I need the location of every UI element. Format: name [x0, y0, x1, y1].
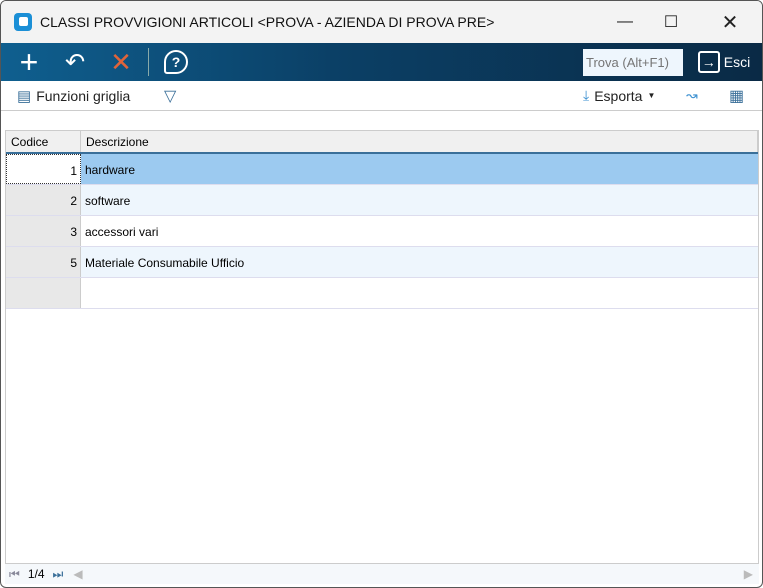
first-page-icon[interactable]: ⏮	[9, 567, 20, 582]
export-button[interactable]: ⤓ Esporta ▼	[583, 87, 655, 104]
table-row[interactable]: 1 hardware	[6, 154, 758, 185]
toolbar: + ↶ ✕ ? →Esci	[1, 43, 762, 81]
close-window-button[interactable]: ✕	[706, 1, 754, 43]
table-row[interactable]: 2 software	[6, 185, 758, 216]
help-icon: ?	[164, 50, 188, 74]
last-page-icon[interactable]: ⏭	[53, 567, 64, 582]
column-header-descrizione[interactable]: Descrizione	[81, 131, 758, 152]
layout-button[interactable]: ▦	[729, 86, 744, 106]
cell-description[interactable]: Materiale Consumabile Ufficio	[81, 247, 758, 277]
column-header-codice[interactable]: Codice	[6, 131, 81, 152]
cell-description[interactable]: hardware	[81, 154, 758, 184]
scroll-left-icon[interactable]: ◀	[73, 567, 82, 581]
add-button[interactable]: +	[13, 43, 45, 81]
download-icon: ⤓	[583, 87, 590, 103]
chart-icon: ↝	[686, 87, 698, 103]
caret-down-icon: ▼	[647, 91, 656, 100]
cell-description[interactable]	[81, 278, 758, 308]
cell-description[interactable]: software	[81, 185, 758, 215]
maximize-button[interactable]: ☐	[647, 1, 695, 43]
cell-code[interactable]	[6, 278, 81, 308]
cell-description[interactable]: accessori vari	[81, 216, 758, 246]
find-input[interactable]	[583, 49, 683, 76]
scroll-right-icon[interactable]: ▶	[744, 567, 753, 581]
delete-button[interactable]: ✕	[105, 43, 137, 81]
filter-icon: ▽	[164, 87, 177, 105]
table-row[interactable]: 3 accessori vari	[6, 216, 758, 247]
exit-icon: →	[697, 51, 720, 73]
page-indicator: 1/4	[27, 567, 45, 581]
export-label: Esporta	[594, 87, 643, 104]
grid-footer: ⏮ 1/4 ⏭ ◀ ▶	[5, 564, 759, 584]
grid-header: Codice Descrizione	[6, 131, 758, 154]
new-row[interactable]	[6, 278, 758, 309]
list-icon: ▤	[17, 87, 32, 105]
filter-button[interactable]: ▽	[164, 86, 176, 106]
grid-icon: ▦	[729, 87, 745, 105]
undo-button[interactable]: ↶	[59, 43, 91, 81]
grid-toolbar: ▤ Funzioni griglia ▽ ⤓ Esporta ▼ ↝ ▦	[1, 81, 762, 111]
help-button[interactable]: ?	[161, 43, 191, 81]
exit-button[interactable]: → Esci	[695, 43, 753, 81]
chart-button[interactable]: ↝	[686, 87, 698, 104]
grid-functions-label: Funzioni griglia	[36, 87, 131, 104]
plus-icon: +	[19, 43, 39, 80]
x-icon: ✕	[110, 46, 132, 77]
window-title: CLASSI PROVVIGIONI ARTICOLI <PROVA - AZI…	[40, 14, 495, 30]
toolbar-divider	[148, 48, 149, 76]
cell-code[interactable]: 5	[6, 247, 81, 277]
grid-functions-button[interactable]: ▤ Funzioni griglia	[17, 87, 130, 105]
cell-code[interactable]: 1	[6, 154, 81, 184]
minimize-button[interactable]: —	[601, 1, 649, 43]
cell-code[interactable]: 3	[6, 216, 81, 246]
table-row[interactable]: 5 Materiale Consumabile Ufficio	[6, 247, 758, 278]
app-logo-icon	[14, 13, 32, 31]
data-grid: Codice Descrizione 1 hardware 2 software 3…	[5, 130, 759, 564]
title-bar: CLASSI PROVVIGIONI ARTICOLI <PROVA - AZI…	[1, 1, 762, 43]
undo-icon: ↶	[64, 48, 86, 76]
exit-label: Esci	[723, 54, 751, 70]
cell-code[interactable]: 2	[6, 185, 81, 215]
window: CLASSI PROVVIGIONI ARTICOLI <PROVA - AZI…	[0, 0, 763, 588]
